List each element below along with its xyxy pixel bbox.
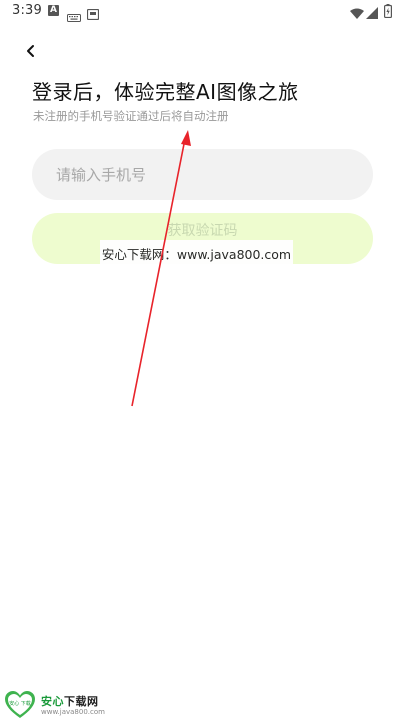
wifi-icon — [350, 4, 364, 23]
logo-name-green: 安心 — [41, 695, 64, 708]
logo-name: 安心下载网 — [41, 693, 99, 709]
watermark-logo: 安心 下载 安心下载网 www.java800.com — [4, 690, 114, 720]
page-subtitle: 未注册的手机号验证通过后将自动注册 — [33, 109, 229, 123]
login-screen: 3:39 A 登录后，体验完整AI图像之旅 未注册的手机号验证通过后将自动注册 … — [0, 0, 405, 721]
heart-logo-icon: 安心 下载 — [5, 691, 35, 718]
back-button[interactable] — [22, 40, 42, 62]
notification-a-icon: A — [48, 5, 59, 16]
page-title: 登录后，体验完整AI图像之旅 — [32, 80, 299, 104]
logo-url: www.java800.com — [41, 708, 105, 716]
logo-name-dark: 下载网 — [64, 695, 99, 708]
battery-charging-icon — [384, 3, 393, 22]
phone-number-input[interactable] — [32, 149, 373, 200]
status-time: 3:39 — [12, 3, 42, 18]
watermark-banner: 安心下载网：www.java800.com — [100, 240, 293, 270]
sd-card-icon — [86, 5, 100, 24]
signal-icon — [366, 4, 378, 23]
chevron-left-icon — [27, 45, 34, 57]
keyboard-icon — [67, 7, 81, 26]
status-bar: 3:39 A — [0, 0, 405, 24]
logo-badge-text: 安心 下载 — [9, 700, 31, 707]
